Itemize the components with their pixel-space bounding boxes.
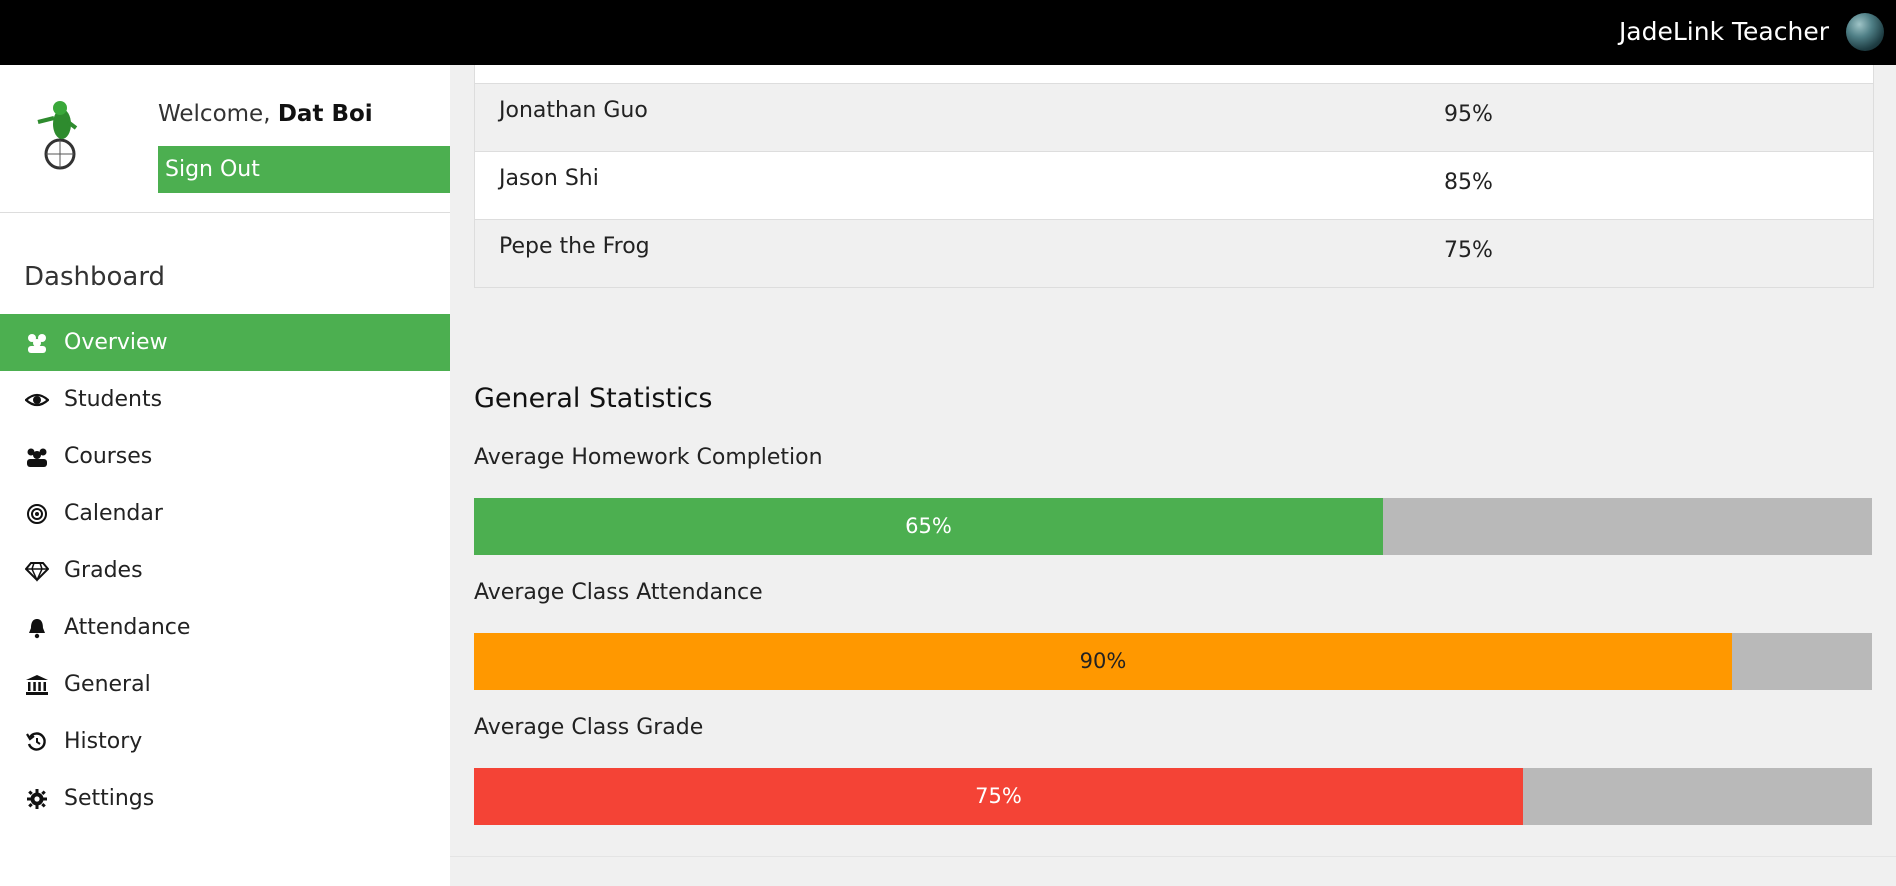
student-percent: 85%	[1444, 170, 1493, 195]
table-row	[475, 65, 1873, 83]
sidebar-item-general[interactable]: General	[0, 656, 450, 713]
sidebar-nav: Overview Students Courses Calendar Grade…	[0, 314, 450, 827]
sidebar-item-label: Attendance	[64, 615, 191, 640]
progress-text: 75%	[975, 784, 1022, 808]
eye-icon	[25, 393, 49, 407]
main-content: Jonathan Guo 95% Jason Shi 85% Pepe the …	[450, 65, 1896, 886]
table-row[interactable]: Pepe the Frog 75%	[475, 219, 1873, 287]
class-attendance-label: Average Class Attendance	[474, 580, 763, 605]
progress-fill: 65%	[474, 498, 1383, 555]
sidebar-item-courses[interactable]: Courses	[0, 428, 450, 485]
sidebar-item-calendar[interactable]: Calendar	[0, 485, 450, 542]
progress-fill: 90%	[474, 633, 1732, 690]
class-attendance-bar: 90%	[474, 633, 1872, 690]
progress-text: 90%	[1079, 649, 1127, 673]
users-icon	[28, 334, 46, 353]
sidebar-item-label: Grades	[64, 558, 143, 583]
homework-completion-label: Average Homework Completion	[474, 445, 823, 470]
student-percent: 75%	[1444, 238, 1493, 263]
user-name: Dat Boi	[277, 101, 373, 127]
sidebar: Welcome, Dat Boi Sign Out Dashboard Over…	[0, 65, 450, 886]
general-statistics-title: General Statistics	[474, 383, 713, 414]
student-percent: 95%	[1444, 102, 1493, 127]
sidebar-item-label: Settings	[64, 786, 155, 811]
welcome-prefix: Welcome,	[158, 101, 278, 127]
class-grade-bar: 75%	[474, 768, 1872, 825]
globe-icon[interactable]	[1846, 13, 1884, 51]
section-divider	[450, 856, 1896, 857]
sidebar-item-grades[interactable]: Grades	[0, 542, 450, 599]
progress-fill: 75%	[474, 768, 1523, 825]
student-name: Jason Shi	[499, 166, 599, 191]
sidebar-item-label: Overview	[64, 330, 168, 355]
student-name: Pepe the Frog	[499, 234, 650, 259]
avatar	[37, 101, 78, 170]
group-icon	[27, 448, 47, 467]
history-icon	[26, 732, 46, 751]
bell-icon	[29, 619, 45, 639]
sidebar-item-label: Courses	[64, 444, 153, 469]
gear-icon	[27, 789, 47, 809]
profile-panel: Welcome, Dat Boi Sign Out	[0, 65, 450, 213]
diamond-icon	[25, 562, 49, 582]
top-bar: JadeLink Teacher	[0, 0, 1896, 65]
student-name: Jonathan Guo	[499, 98, 648, 123]
homework-completion-bar: 65%	[474, 498, 1872, 555]
bank-icon	[26, 675, 48, 695]
sidebar-item-settings[interactable]: Settings	[0, 770, 450, 827]
sidebar-item-label: Calendar	[64, 501, 163, 526]
table-row[interactable]: Jonathan Guo 95%	[475, 83, 1873, 151]
class-grade-label: Average Class Grade	[474, 715, 704, 740]
dashboard-title: Dashboard	[24, 262, 166, 292]
students-table: Jonathan Guo 95% Jason Shi 85% Pepe the …	[474, 65, 1874, 288]
sidebar-item-label: Students	[64, 387, 163, 412]
sidebar-item-label: History	[64, 729, 143, 754]
sidebar-item-students[interactable]: Students	[0, 371, 450, 428]
sidebar-item-label: General	[64, 672, 151, 697]
welcome-text: Welcome, Dat Boi	[158, 99, 373, 129]
target-icon	[27, 504, 47, 524]
sidebar-item-attendance[interactable]: Attendance	[0, 599, 450, 656]
app-brand[interactable]: JadeLink Teacher	[1619, 14, 1829, 50]
sidebar-item-overview[interactable]: Overview	[0, 314, 450, 371]
progress-text: 65%	[905, 514, 952, 538]
sign-out-button[interactable]: Sign Out	[158, 146, 450, 193]
sidebar-item-history[interactable]: History	[0, 713, 450, 770]
table-row[interactable]: Jason Shi 85%	[475, 151, 1873, 219]
